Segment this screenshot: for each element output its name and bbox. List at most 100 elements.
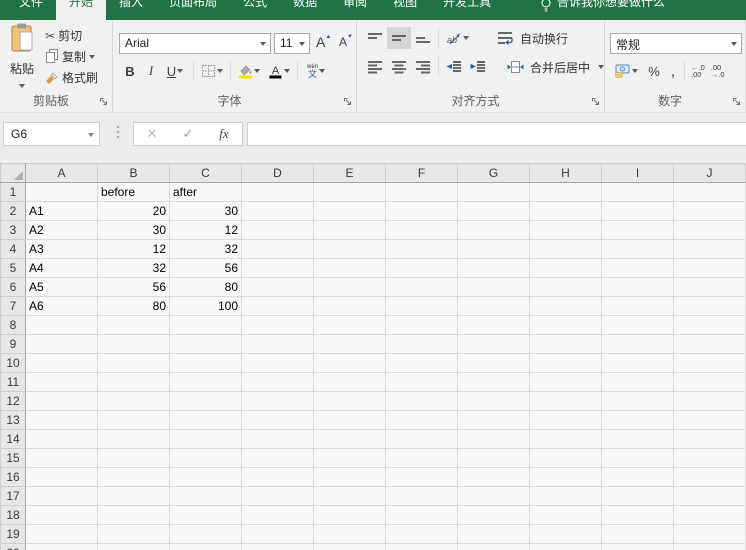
cell-F3[interactable] bbox=[385, 220, 458, 240]
cell-E5[interactable] bbox=[313, 258, 386, 278]
cell-B9[interactable] bbox=[97, 334, 170, 354]
cell-G11[interactable] bbox=[457, 372, 530, 392]
name-box[interactable]: G6 bbox=[3, 122, 100, 146]
cell-I14[interactable] bbox=[601, 429, 674, 449]
cell-J20[interactable] bbox=[673, 543, 746, 550]
row-header-2[interactable]: 2 bbox=[0, 201, 26, 221]
font-size-combobox[interactable]: 11 bbox=[274, 33, 310, 54]
column-header-B[interactable]: B bbox=[97, 163, 170, 183]
cell-E19[interactable] bbox=[313, 524, 386, 544]
cell-J14[interactable] bbox=[673, 429, 746, 449]
cell-G3[interactable] bbox=[457, 220, 530, 240]
cell-E15[interactable] bbox=[313, 448, 386, 468]
cell-A3[interactable]: A2 bbox=[25, 220, 98, 240]
cell-J12[interactable] bbox=[673, 391, 746, 411]
cell-D17[interactable] bbox=[241, 486, 314, 506]
cell-D14[interactable] bbox=[241, 429, 314, 449]
cell-E4[interactable] bbox=[313, 239, 386, 259]
cell-A18[interactable] bbox=[25, 505, 98, 525]
cell-E18[interactable] bbox=[313, 505, 386, 525]
cell-J17[interactable] bbox=[673, 486, 746, 506]
align-top-button[interactable] bbox=[363, 27, 387, 49]
align-left-button[interactable] bbox=[363, 56, 387, 78]
font-name-combobox[interactable]: Arial bbox=[119, 33, 271, 54]
cell-H3[interactable] bbox=[529, 220, 602, 240]
cell-J6[interactable] bbox=[673, 277, 746, 297]
cell-I7[interactable] bbox=[601, 296, 674, 316]
cell-B6[interactable]: 56 bbox=[97, 277, 170, 297]
cell-C7[interactable]: 100 bbox=[169, 296, 242, 316]
cell-D5[interactable] bbox=[241, 258, 314, 278]
cell-A16[interactable] bbox=[25, 467, 98, 487]
cell-H18[interactable] bbox=[529, 505, 602, 525]
cell-H19[interactable] bbox=[529, 524, 602, 544]
cell-D11[interactable] bbox=[241, 372, 314, 392]
cell-E8[interactable] bbox=[313, 315, 386, 335]
borders-button[interactable] bbox=[197, 60, 227, 82]
cell-A8[interactable] bbox=[25, 315, 98, 335]
cell-D6[interactable] bbox=[241, 277, 314, 297]
cell-A10[interactable] bbox=[25, 353, 98, 373]
tab-developer[interactable]: 开发工具 bbox=[430, 0, 504, 20]
cell-H10[interactable] bbox=[529, 353, 602, 373]
column-header-J[interactable]: J bbox=[673, 163, 746, 183]
cell-A11[interactable] bbox=[25, 372, 98, 392]
cell-F16[interactable] bbox=[385, 467, 458, 487]
cell-D20[interactable] bbox=[241, 543, 314, 550]
cell-F15[interactable] bbox=[385, 448, 458, 468]
cell-G7[interactable] bbox=[457, 296, 530, 316]
cell-F12[interactable] bbox=[385, 391, 458, 411]
cell-A9[interactable] bbox=[25, 334, 98, 354]
cell-C13[interactable] bbox=[169, 410, 242, 430]
cell-F19[interactable] bbox=[385, 524, 458, 544]
increase-decimal-button[interactable]: ←.0 .00 bbox=[688, 62, 708, 80]
cell-A14[interactable] bbox=[25, 429, 98, 449]
cell-B20[interactable] bbox=[97, 543, 170, 550]
cell-A2[interactable]: A1 bbox=[25, 201, 98, 221]
cell-C3[interactable]: 12 bbox=[169, 220, 242, 240]
row-header-18[interactable]: 18 bbox=[0, 505, 26, 525]
cell-G9[interactable] bbox=[457, 334, 530, 354]
cell-D12[interactable] bbox=[241, 391, 314, 411]
cell-J18[interactable] bbox=[673, 505, 746, 525]
cell-G20[interactable] bbox=[457, 543, 530, 550]
tab-file[interactable]: 文件 bbox=[6, 0, 56, 20]
cell-D8[interactable] bbox=[241, 315, 314, 335]
tab-formulas[interactable]: 公式 bbox=[230, 0, 280, 20]
cell-H2[interactable] bbox=[529, 201, 602, 221]
cell-B5[interactable]: 32 bbox=[97, 258, 170, 278]
cell-F4[interactable] bbox=[385, 239, 458, 259]
cell-F7[interactable] bbox=[385, 296, 458, 316]
dialog-launcher-icon[interactable] bbox=[100, 98, 108, 106]
cell-I5[interactable] bbox=[601, 258, 674, 278]
cell-J19[interactable] bbox=[673, 524, 746, 544]
cell-J3[interactable] bbox=[673, 220, 746, 240]
cell-H13[interactable] bbox=[529, 410, 602, 430]
cell-E12[interactable] bbox=[313, 391, 386, 411]
font-color-button[interactable]: A bbox=[264, 60, 294, 82]
cell-D1[interactable] bbox=[241, 182, 314, 202]
phonetic-guide-button[interactable]: wén 文 bbox=[301, 60, 331, 82]
cell-F9[interactable] bbox=[385, 334, 458, 354]
cell-B12[interactable] bbox=[97, 391, 170, 411]
cell-H16[interactable] bbox=[529, 467, 602, 487]
merge-center-button[interactable]: 合并后居中 bbox=[504, 57, 607, 78]
italic-button[interactable]: I bbox=[142, 60, 160, 82]
row-header-9[interactable]: 9 bbox=[0, 334, 26, 354]
cell-F11[interactable] bbox=[385, 372, 458, 392]
cell-C10[interactable] bbox=[169, 353, 242, 373]
cell-J9[interactable] bbox=[673, 334, 746, 354]
cell-H9[interactable] bbox=[529, 334, 602, 354]
cell-H4[interactable] bbox=[529, 239, 602, 259]
cell-E17[interactable] bbox=[313, 486, 386, 506]
cell-H6[interactable] bbox=[529, 277, 602, 297]
cell-G10[interactable] bbox=[457, 353, 530, 373]
cell-A1[interactable] bbox=[25, 182, 98, 202]
cell-E16[interactable] bbox=[313, 467, 386, 487]
cell-J8[interactable] bbox=[673, 315, 746, 335]
row-header-13[interactable]: 13 bbox=[0, 410, 26, 430]
cell-H17[interactable] bbox=[529, 486, 602, 506]
column-header-H[interactable]: H bbox=[529, 163, 602, 183]
cell-F10[interactable] bbox=[385, 353, 458, 373]
cell-J7[interactable] bbox=[673, 296, 746, 316]
